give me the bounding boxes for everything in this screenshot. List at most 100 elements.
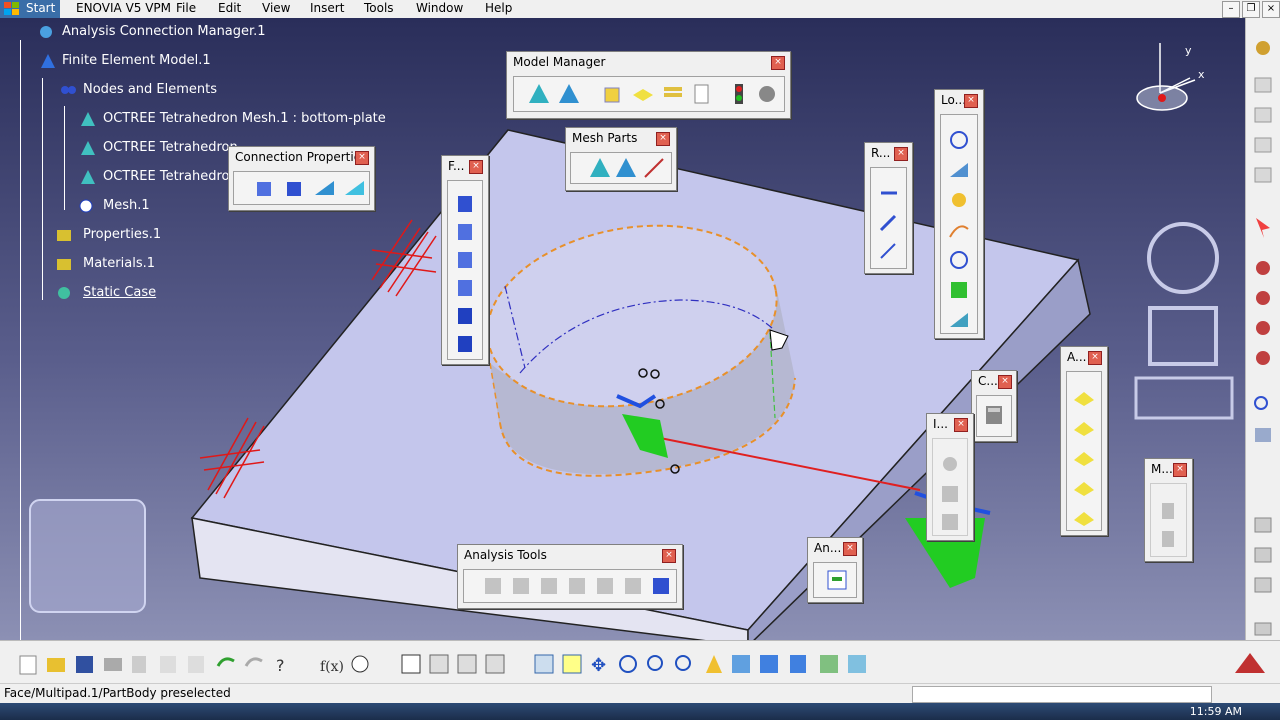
properties-icon xyxy=(57,230,71,241)
close-icon[interactable]: × xyxy=(656,132,670,146)
save-icon xyxy=(76,656,93,673)
close-window-button[interactable]: × xyxy=(1262,1,1280,18)
analysis-tool-5-icon[interactable] xyxy=(594,575,616,597)
close-icon[interactable]: × xyxy=(662,549,676,563)
menu-help[interactable]: Help xyxy=(485,1,512,15)
close-icon[interactable]: × xyxy=(469,160,483,174)
contact-connection-icon[interactable] xyxy=(284,177,306,199)
mesh-parts-title: Mesh Parts xyxy=(572,131,638,145)
minimize-button[interactable]: – xyxy=(1222,1,1240,18)
f-tool-2-icon[interactable] xyxy=(454,221,476,243)
zoom-widget-icon xyxy=(1148,306,1218,366)
command-input[interactable] xyxy=(912,686,1212,703)
cube-icon[interactable] xyxy=(602,83,624,105)
tree-item-properties[interactable]: Properties.1 xyxy=(83,227,161,242)
a-tool-1-icon[interactable] xyxy=(1073,386,1095,408)
analysis-tool-3-icon[interactable] xyxy=(538,575,560,597)
an-toolbar: An... × xyxy=(807,537,863,603)
menu-tools[interactable]: Tools xyxy=(364,1,394,15)
model-manager-toolbar: Model Manager × xyxy=(506,51,791,119)
tree-item-mesh-3[interactable]: OCTREE Tetrahedron xyxy=(103,169,238,184)
menu-window[interactable]: Window xyxy=(416,1,463,15)
menu-file[interactable]: File xyxy=(176,1,196,15)
menu-view[interactable]: View xyxy=(262,1,290,15)
a-tool-5-icon[interactable] xyxy=(1073,506,1095,528)
moment-icon[interactable] xyxy=(948,189,970,211)
restraint-2-icon[interactable] xyxy=(877,212,899,234)
close-icon[interactable]: × xyxy=(355,151,369,165)
calculator-icon[interactable] xyxy=(983,404,1005,426)
close-icon[interactable]: × xyxy=(843,542,857,556)
enforced-displacement-icon[interactable] xyxy=(948,309,970,331)
tree-item-mesh[interactable]: Mesh.1 xyxy=(103,198,150,213)
close-icon[interactable]: × xyxy=(1088,351,1102,365)
windows-logo-icon xyxy=(4,2,19,15)
minimap xyxy=(29,499,146,613)
i-tool-2-icon[interactable] xyxy=(939,483,961,505)
tree-item-static-case[interactable]: Static Case xyxy=(83,285,156,300)
paste-icon xyxy=(188,656,204,673)
close-icon[interactable]: × xyxy=(954,418,968,432)
catia-logo xyxy=(1235,653,1265,673)
close-icon[interactable]: × xyxy=(998,375,1012,389)
tree-item-mesh-2[interactable]: OCTREE Tetrahedron xyxy=(103,140,238,155)
restraint-3-icon[interactable] xyxy=(877,240,899,262)
menu-enovia[interactable]: ENOVIA V5 VPM xyxy=(76,1,171,15)
traffic-light-icon[interactable] xyxy=(728,83,750,105)
analysis-tool-1-icon[interactable] xyxy=(482,575,504,597)
m-toolbar: M... × xyxy=(1144,458,1193,562)
pressure-fitting-icon[interactable] xyxy=(344,177,366,199)
m-tool-2-icon[interactable] xyxy=(1157,528,1179,550)
tree-item-fem[interactable]: Finite Element Model.1 xyxy=(62,53,211,68)
tree-item-analysis-manager[interactable]: Analysis Connection Manager.1 xyxy=(62,24,266,39)
tetrahedron-mesher-icon[interactable] xyxy=(528,83,550,105)
f-tool-4-icon[interactable] xyxy=(454,277,476,299)
tetra-mesh-icon[interactable] xyxy=(589,157,611,179)
sphere-icon[interactable] xyxy=(756,83,778,105)
restraint-1-icon[interactable] xyxy=(877,182,899,204)
a-tool-2-icon[interactable] xyxy=(1073,416,1095,438)
analysis-tool-7-icon[interactable] xyxy=(650,575,672,597)
analysis-tool-6-icon[interactable] xyxy=(622,575,644,597)
distributed-force-icon[interactable] xyxy=(948,159,970,181)
start-button[interactable]: Start xyxy=(0,0,60,18)
slider-connection-icon[interactable] xyxy=(254,177,276,199)
plane-icon[interactable] xyxy=(632,83,654,105)
analysis-manager-icon xyxy=(40,26,52,38)
tree-item-materials[interactable]: Materials.1 xyxy=(83,256,155,271)
i-tool-3-icon[interactable] xyxy=(939,511,961,533)
fastened-connection-icon[interactable] xyxy=(314,177,336,199)
pressure-icon[interactable] xyxy=(948,129,970,151)
tree-item-mesh-1[interactable]: OCTREE Tetrahedron Mesh.1 : bottom-plate xyxy=(103,111,386,126)
close-icon[interactable]: × xyxy=(964,94,978,108)
f-tool-3-icon[interactable] xyxy=(454,249,476,271)
close-icon[interactable]: × xyxy=(771,56,785,70)
beam-mesh-icon[interactable] xyxy=(643,157,665,179)
triangle-mesher-icon[interactable] xyxy=(558,83,580,105)
m-tool-1-icon[interactable] xyxy=(1157,500,1179,522)
f-tool-6-icon[interactable] xyxy=(454,333,476,355)
acceleration-icon[interactable] xyxy=(948,249,970,271)
analysis-tool-2-icon[interactable] xyxy=(510,575,532,597)
line-force-icon[interactable] xyxy=(948,219,970,241)
close-icon[interactable]: × xyxy=(1173,463,1187,477)
tree-item-nodes-elements[interactable]: Nodes and Elements xyxy=(83,82,217,97)
f-tool-1-icon[interactable] xyxy=(454,193,476,215)
close-icon[interactable]: × xyxy=(894,147,908,161)
a-tool-3-icon[interactable] xyxy=(1073,446,1095,468)
surface-mesh-icon[interactable] xyxy=(615,157,637,179)
i-tool-1-icon[interactable] xyxy=(939,453,961,475)
force-density-icon[interactable] xyxy=(948,279,970,301)
f-tool-5-icon[interactable] xyxy=(454,305,476,327)
mesh-part-icon xyxy=(79,199,93,213)
right-tool-11-icon xyxy=(1254,547,1272,563)
restore-button[interactable]: ❐ xyxy=(1242,1,1260,18)
compass-y-label: y xyxy=(1185,44,1192,57)
page-icon[interactable] xyxy=(690,83,712,105)
menu-edit[interactable]: Edit xyxy=(218,1,241,15)
menu-insert[interactable]: Insert xyxy=(310,1,344,15)
a-tool-4-icon[interactable] xyxy=(1073,476,1095,498)
analysis-tool-4-icon[interactable] xyxy=(566,575,588,597)
layers-icon[interactable] xyxy=(662,83,684,105)
analysis-tree-icon[interactable] xyxy=(826,569,848,591)
